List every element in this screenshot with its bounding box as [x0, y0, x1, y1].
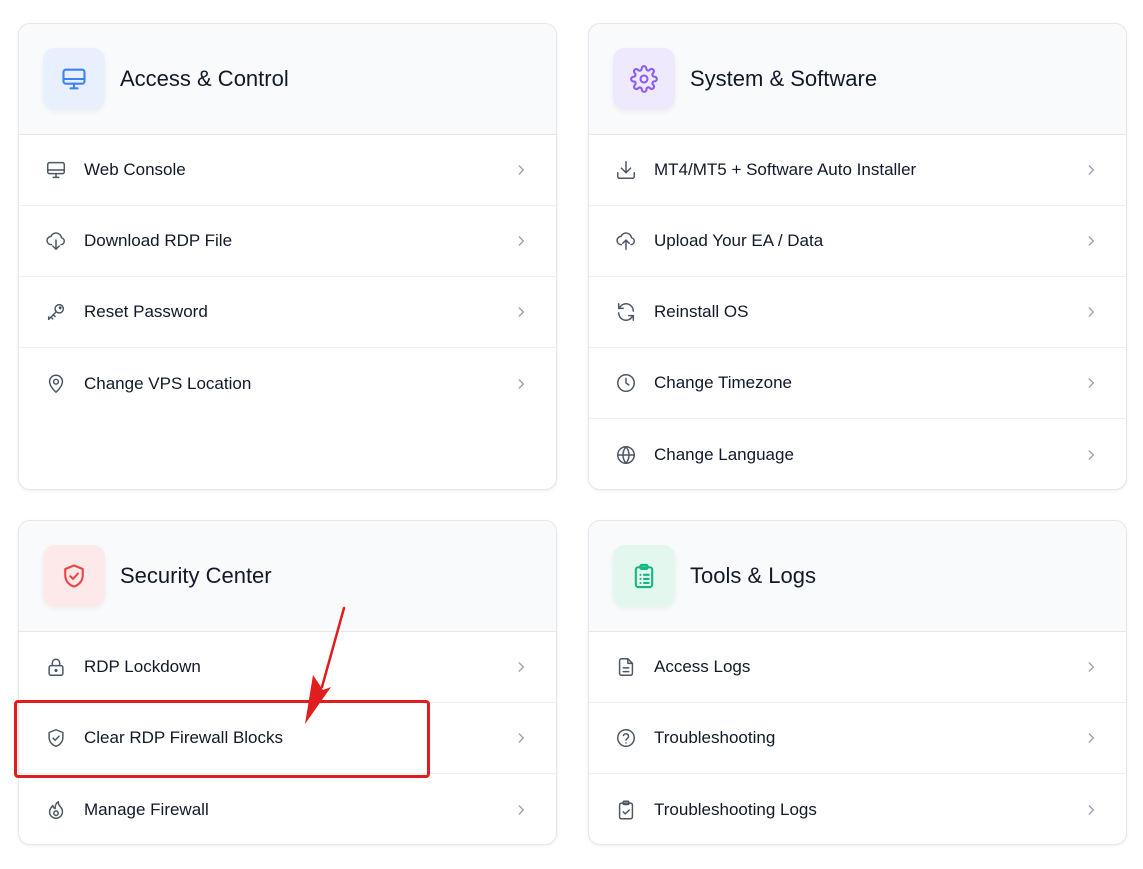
menu-item-manage-firewall[interactable]: Manage Firewall: [19, 774, 556, 844]
gear-icon: [613, 48, 675, 110]
cloud-download-icon: [45, 230, 67, 252]
card-security-center: Security Center RDP Lockdown Clear RDP F…: [18, 520, 557, 845]
chevron-right-icon: [1084, 376, 1098, 390]
clock-icon: [615, 372, 637, 394]
menu-item-web-console[interactable]: Web Console: [19, 135, 556, 206]
menu-item-label: MT4/MT5 + Software Auto Installer: [654, 160, 917, 179]
shield-check-icon: [45, 727, 67, 749]
menu-item-troubleshooting[interactable]: Troubleshooting: [589, 703, 1126, 774]
card-access-control: Access & Control Web Console Download RD…: [18, 23, 557, 490]
menu-item-change-vps-location[interactable]: Change VPS Location: [19, 348, 556, 419]
key-icon: [45, 301, 67, 323]
file-text-icon: [615, 656, 637, 678]
menu-item-label: Web Console: [84, 160, 186, 179]
menu-item-label: Troubleshooting: [654, 728, 776, 747]
clipboard-check-icon: [615, 799, 637, 821]
menu-item-clear-rdp-firewall-blocks[interactable]: Clear RDP Firewall Blocks: [19, 703, 556, 774]
menu-item-label: RDP Lockdown: [84, 657, 201, 676]
menu-item-change-timezone[interactable]: Change Timezone: [589, 348, 1126, 419]
chevron-right-icon: [514, 163, 528, 177]
monitor-icon: [43, 48, 105, 110]
chevron-right-icon: [514, 803, 528, 817]
menu-item-upload-ea-data[interactable]: Upload Your EA / Data: [589, 206, 1126, 277]
menu-item-reinstall-os[interactable]: Reinstall OS: [589, 277, 1126, 348]
menu-item-label: Change VPS Location: [84, 373, 252, 393]
card-title: System & Software: [690, 66, 878, 91]
menu-item-auto-installer[interactable]: MT4/MT5 + Software Auto Installer: [589, 135, 1126, 206]
card-title: Tools & Logs: [690, 563, 816, 588]
download-icon: [615, 159, 637, 181]
chevron-right-icon: [1084, 305, 1098, 319]
card-header: Tools & Logs: [589, 521, 1126, 632]
chevron-right-icon: [1084, 234, 1098, 248]
card-header: Access & Control: [19, 24, 556, 135]
menu-item-label: Change Timezone: [654, 373, 792, 392]
flame-icon: [45, 799, 67, 821]
menu-item-reset-password[interactable]: Reset Password: [19, 277, 556, 348]
refresh-icon: [615, 301, 637, 323]
chevron-right-icon: [514, 234, 528, 248]
menu-item-troubleshooting-logs[interactable]: Troubleshooting Logs: [589, 774, 1126, 844]
card-header: System & Software: [589, 24, 1126, 135]
menu-item-label: Change Language: [654, 444, 794, 464]
help-circle-icon: [615, 727, 637, 749]
card-tools-logs: Tools & Logs Access Logs Troubleshooting…: [588, 520, 1127, 845]
chevron-right-icon: [1084, 803, 1098, 817]
menu-item-label: Access Logs: [654, 657, 751, 676]
menu-item-label: Download RDP File: [84, 231, 233, 250]
card-header: Security Center: [19, 521, 556, 632]
chevron-right-icon: [1084, 163, 1098, 177]
card-title: Access & Control: [120, 66, 289, 91]
card-system-software: System & Software MT4/MT5 + Software Aut…: [588, 23, 1127, 490]
menu-item-rdp-lockdown[interactable]: RDP Lockdown: [19, 632, 556, 703]
chevron-right-icon: [1084, 731, 1098, 745]
chevron-right-icon: [1084, 660, 1098, 674]
menu-item-label: Upload Your EA / Data: [654, 231, 824, 250]
chevron-right-icon: [514, 731, 528, 745]
chevron-right-icon: [514, 660, 528, 674]
menu-item-label: Troubleshooting Logs: [654, 799, 817, 819]
chevron-right-icon: [1084, 448, 1098, 462]
menu-item-label: Manage Firewall: [84, 799, 209, 819]
monitor-icon: [45, 159, 67, 181]
menu-item-download-rdp-file[interactable]: Download RDP File: [19, 206, 556, 277]
cloud-upload-icon: [615, 230, 637, 252]
card-title: Security Center: [120, 563, 272, 588]
clipboard-list-icon: [613, 545, 675, 607]
menu-item-label: Reset Password: [84, 302, 208, 321]
chevron-right-icon: [514, 377, 528, 391]
lock-icon: [45, 656, 67, 678]
menu-item-label: Reinstall OS: [654, 302, 749, 321]
globe-icon: [615, 444, 637, 466]
menu-item-label: Clear RDP Firewall Blocks: [84, 728, 284, 747]
menu-item-access-logs[interactable]: Access Logs: [589, 632, 1126, 703]
map-pin-icon: [45, 373, 67, 395]
shield-check-icon: [43, 545, 105, 607]
chevron-right-icon: [514, 305, 528, 319]
menu-item-change-language[interactable]: Change Language: [589, 419, 1126, 489]
